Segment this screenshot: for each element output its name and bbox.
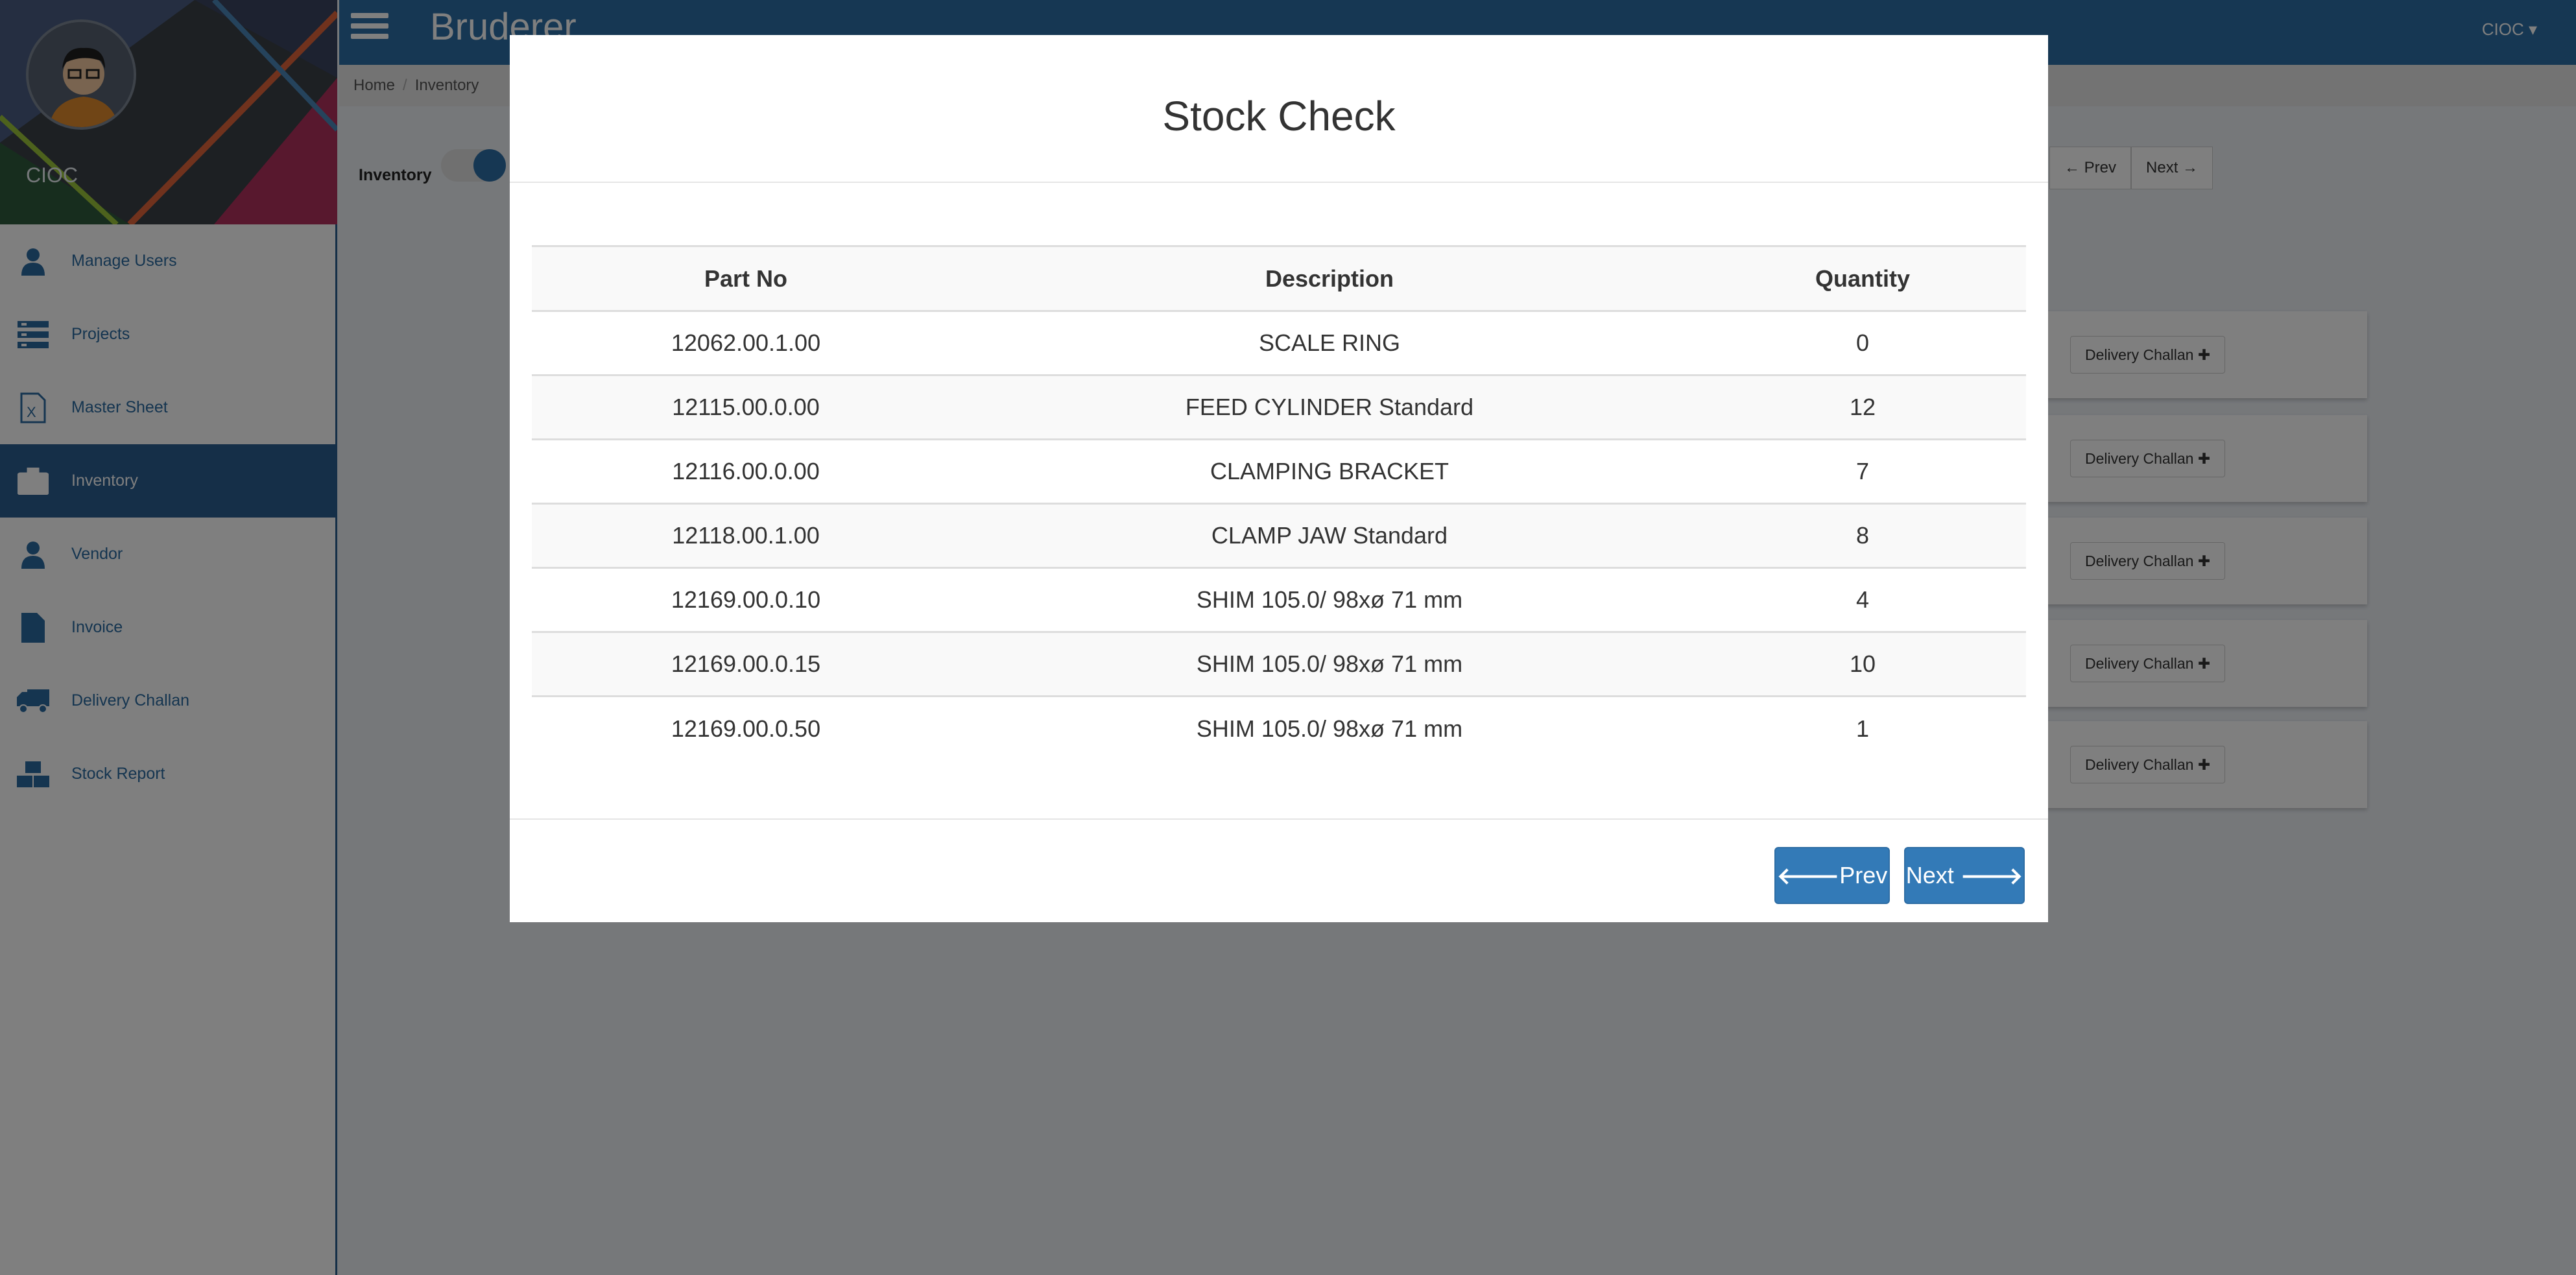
column-header-description: Description [960,245,1699,312]
arrow-left-icon: 🡐 [1776,863,1840,889]
quantity-cell: 8 [1699,503,2026,569]
description-cell: SHIM 105.0/ 98xø 71 mm [960,567,1699,633]
quantity-cell: 4 [1699,567,2026,633]
table-row: 12169.00.0.15 SHIM 105.0/ 98xø 71 mm 10 [532,632,2026,697]
table-row: 12116.00.0.00 CLAMPING BRACKET 7 [532,439,2026,505]
description-cell: CLAMPING BRACKET [960,439,1699,505]
description-cell: SHIM 105.0/ 98xø 71 mm [960,632,1699,697]
description-cell: FEED CYLINDER Standard [960,375,1699,440]
column-header-quantity: Quantity [1699,245,2026,312]
modal-header: Stock Check [510,35,2048,183]
quantity-cell: 12 [1699,375,2026,440]
quantity-cell: 10 [1699,632,2026,697]
table-row: 12062.00.1.00 SCALE RING 0 [532,311,2026,376]
part-no-cell: 12118.00.1.00 [532,503,960,569]
next-button[interactable]: Next 🡒 [1904,847,2025,904]
part-no-cell: 12116.00.0.00 [532,439,960,505]
description-cell: SCALE RING [960,311,1699,376]
quantity-cell: 0 [1699,311,2026,376]
stock-check-modal: Stock Check Part No Description Quantity… [510,35,2048,922]
arrow-right-icon: 🡒 [1960,863,2023,889]
table-row: 12118.00.1.00 CLAMP JAW Standard 8 [532,503,2026,569]
quantity-cell: 1 [1855,715,1870,742]
modal-title: Stock Check [1162,93,1396,139]
column-header-part-no: Part No [532,245,960,312]
table-row: 12169.00.0.50 SHIM 105.0/ 98xø 71 mm 1 [532,697,2026,761]
part-no-cell: 12062.00.1.00 [532,311,960,376]
stock-table: Part No Description Quantity 12062.00.1.… [532,245,2026,761]
part-no-cell: 12169.00.0.50 [671,715,821,742]
part-no-cell: 12169.00.0.15 [532,632,960,697]
table-row: 12115.00.0.00 FEED CYLINDER Standard 12 [532,375,2026,440]
table-row: 12169.00.0.10 SHIM 105.0/ 98xø 71 mm 4 [532,567,2026,633]
description-cell: CLAMP JAW Standard [960,503,1699,569]
part-no-cell: 12115.00.0.00 [532,375,960,440]
description-cell: SHIM 105.0/ 98xø 71 mm [1196,715,1463,742]
quantity-cell: 7 [1699,439,2026,505]
part-no-cell: 12169.00.0.10 [532,567,960,633]
table-header-row: Part No Description Quantity [532,245,2026,312]
prev-button[interactable]: 🡐 Prev [1774,847,1890,904]
